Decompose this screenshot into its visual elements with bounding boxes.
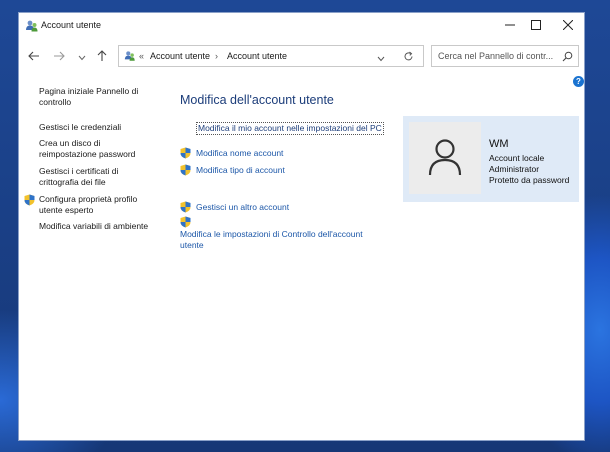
user-accounts-icon xyxy=(124,50,136,64)
help-icon: ? xyxy=(576,77,581,86)
breadcrumb-overflow[interactable]: « xyxy=(139,51,144,61)
user-icon xyxy=(427,138,463,178)
address-dropdown-button[interactable] xyxy=(377,54,385,64)
link-change-account-in-pc-settings[interactable]: Modifica il mio account nelle impostazio… xyxy=(196,122,384,135)
account-card: WM Account locale Administrator Protetto… xyxy=(403,116,579,202)
breadcrumb-item[interactable]: Account utente xyxy=(227,51,287,61)
close-button[interactable] xyxy=(553,13,583,37)
shield-icon xyxy=(180,147,191,159)
window-title: Account utente xyxy=(41,20,102,30)
page-title: Modifica dell'account utente xyxy=(180,93,334,107)
back-arrow-icon xyxy=(28,50,40,64)
account-role: Administrator xyxy=(489,164,540,174)
nav-manage-credentials[interactable]: Gestisci le credenziali xyxy=(39,122,159,133)
up-button[interactable] xyxy=(93,48,111,66)
maximize-button[interactable] xyxy=(521,13,551,37)
shield-icon xyxy=(180,216,191,228)
search-placeholder: Cerca nel Pannello di contr... xyxy=(438,51,554,61)
link-uac-settings[interactable]: Modifica le impostazioni di Controllo de… xyxy=(180,229,380,251)
minimize-icon xyxy=(505,18,515,33)
link-manage-another-account[interactable]: Gestisci un altro account xyxy=(196,202,289,213)
shield-icon xyxy=(180,164,191,176)
shield-icon xyxy=(24,194,35,206)
address-field[interactable]: « Account utente › Account utente xyxy=(118,45,424,67)
account-type: Account locale xyxy=(489,153,545,163)
breadcrumb-item[interactable]: Account utente xyxy=(150,51,210,61)
maximize-icon xyxy=(531,18,541,33)
refresh-icon xyxy=(403,51,414,64)
back-button[interactable] xyxy=(25,48,43,66)
up-arrow-icon xyxy=(97,49,107,65)
breadcrumb-separator: › xyxy=(215,51,218,61)
search-icon xyxy=(562,51,573,64)
avatar xyxy=(409,122,481,194)
nav-advanced-user-profile[interactable]: Configura proprietà profilo utente esper… xyxy=(39,194,159,216)
chevron-down-icon xyxy=(377,54,385,64)
refresh-button[interactable] xyxy=(403,51,414,64)
nav-password-reset-disk[interactable]: Crea un disco di reimpostazione password xyxy=(39,138,159,160)
nav-control-panel-home[interactable]: Pagina iniziale Pannello di controllo xyxy=(39,86,159,108)
recent-locations-button[interactable] xyxy=(73,48,91,66)
user-accounts-icon xyxy=(25,19,39,33)
control-panel-window: Account utente « Account utente › Accoun… xyxy=(18,12,585,441)
account-name: WM xyxy=(489,138,509,150)
link-change-account-name[interactable]: Modifica nome account xyxy=(196,148,283,159)
nav-environment-variables[interactable]: Modifica variabili di ambiente xyxy=(39,221,159,232)
shield-icon xyxy=(180,201,191,213)
account-password-status: Protetto da password xyxy=(489,175,570,185)
title-bar: Account utente xyxy=(19,13,584,39)
nav-file-encryption-certificates[interactable]: Gestisci i certificati di crittografia d… xyxy=(39,166,159,188)
forward-button[interactable] xyxy=(50,48,68,66)
chevron-down-icon xyxy=(78,50,86,64)
forward-arrow-icon xyxy=(53,50,65,64)
address-toolbar: « Account utente › Account utente Cerca … xyxy=(19,42,584,72)
search-input[interactable]: Cerca nel Pannello di contr... xyxy=(431,45,579,67)
help-button[interactable]: ? xyxy=(573,76,584,87)
close-icon xyxy=(562,18,574,33)
link-change-account-type[interactable]: Modifica tipo di account xyxy=(196,165,285,176)
